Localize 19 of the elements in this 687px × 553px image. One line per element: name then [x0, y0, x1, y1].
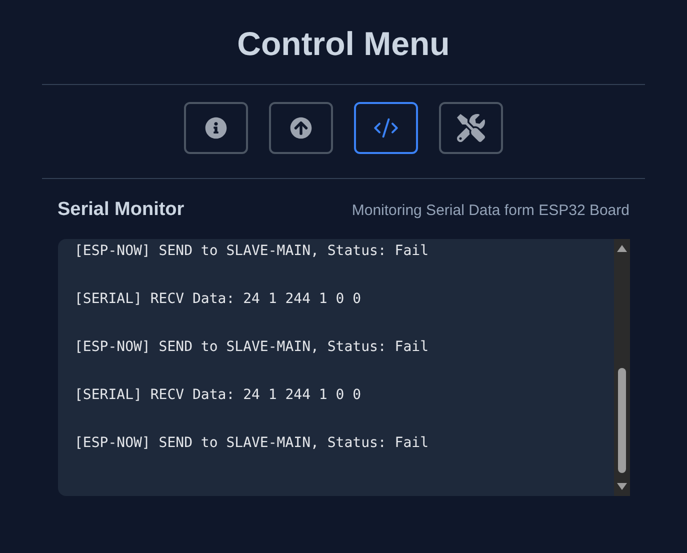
panel-title: Serial Monitor [58, 199, 184, 221]
page-title: Control Menu [237, 24, 450, 64]
log-line: [SERIAL] RECV Data: 24 1 244 1 0 0 [74, 290, 362, 309]
log-line: [ESP-NOW] SEND to SLAVE-MAIN, Status: Fail [74, 338, 430, 357]
code-tab[interactable] [354, 102, 418, 154]
info-icon [205, 117, 227, 139]
scrollbar[interactable] [614, 239, 630, 496]
scroll-down-icon[interactable] [616, 483, 626, 490]
info-tab[interactable] [184, 102, 248, 154]
log-line: [ESP-NOW] SEND to SLAVE-MAIN, Status: Fail [74, 242, 430, 261]
log-line: [ESP-NOW] SEND to SLAVE-MAIN, Status: Fail [74, 434, 430, 453]
upload-icon [290, 117, 312, 139]
upload-tab[interactable] [269, 102, 333, 154]
scroll-thumb[interactable] [618, 368, 626, 473]
tools-tab[interactable] [439, 102, 503, 154]
panel-subtitle: Monitoring Serial Data form ESP32 Board [352, 202, 630, 219]
scroll-up-icon[interactable] [616, 245, 626, 252]
log-line: [SERIAL] RECV Data: 24 1 244 1 0 0 [74, 386, 362, 405]
tools-icon [457, 114, 485, 142]
